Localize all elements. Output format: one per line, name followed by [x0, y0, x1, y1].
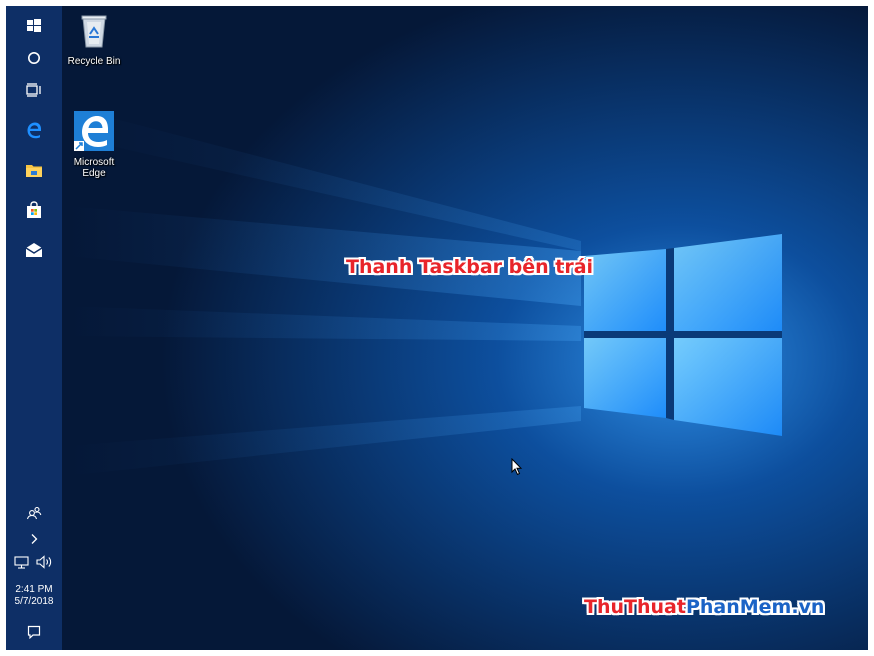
desktop-icon-microsoft-edge[interactable]: Microsoft Edge — [64, 100, 124, 190]
network-icon[interactable] — [14, 555, 30, 569]
people-icon — [26, 506, 42, 520]
action-center-button[interactable] — [6, 618, 62, 646]
edge-icon — [74, 111, 114, 151]
cortana-button[interactable] — [6, 40, 62, 76]
start-button[interactable] — [6, 8, 62, 44]
taskbar-store-button[interactable] — [6, 192, 62, 228]
clock-date: 5/7/2018 — [14, 596, 54, 607]
file-explorer-icon — [26, 165, 42, 177]
taskbar-mail-button[interactable] — [6, 232, 62, 268]
store-icon — [27, 201, 41, 218]
show-hidden-icons-button[interactable] — [6, 528, 62, 550]
watermark-part-1: ThuThuat — [584, 596, 686, 618]
people-button[interactable] — [6, 498, 62, 528]
desktop-icon-label: Microsoft Edge — [73, 157, 115, 179]
watermark-part-2: PhanMem — [685, 596, 792, 618]
taskbar: 2:41 PM 5/7/2018 — [6, 6, 62, 650]
clock[interactable]: 2:41 PM 5/7/2018 — [6, 584, 62, 608]
volume-icon[interactable] — [36, 555, 54, 569]
start-icon — [27, 19, 41, 32]
tray-icons — [14, 554, 54, 570]
taskbar-file-explorer-button[interactable] — [6, 152, 62, 188]
mouse-cursor-icon — [511, 458, 523, 476]
mail-icon — [25, 243, 43, 257]
task-view-icon — [26, 83, 41, 97]
cortana-icon — [28, 52, 40, 64]
task-view-button[interactable] — [6, 72, 62, 108]
taskbar-edge-button[interactable] — [6, 112, 62, 148]
wallpaper — [6, 6, 868, 650]
recycle-bin-icon — [81, 15, 107, 48]
watermark-part-3: .vn — [791, 596, 825, 618]
chevron-right-icon — [31, 534, 38, 544]
annotation-text: Thanh Taskbar bên trái — [346, 256, 594, 278]
watermark-logo: ThuThuatPhanMem.vn — [584, 596, 824, 618]
clock-time: 2:41 PM — [15, 584, 53, 595]
action-center-icon — [27, 625, 41, 639]
desktop-icon-recycle-bin[interactable]: Recycle Bin — [64, 10, 124, 67]
desktop-icon-label: Recycle Bin — [67, 56, 121, 67]
edge-icon — [27, 122, 41, 139]
screen: 2:41 PM 5/7/2018 Recycle Bin Microsoft E… — [6, 6, 868, 650]
